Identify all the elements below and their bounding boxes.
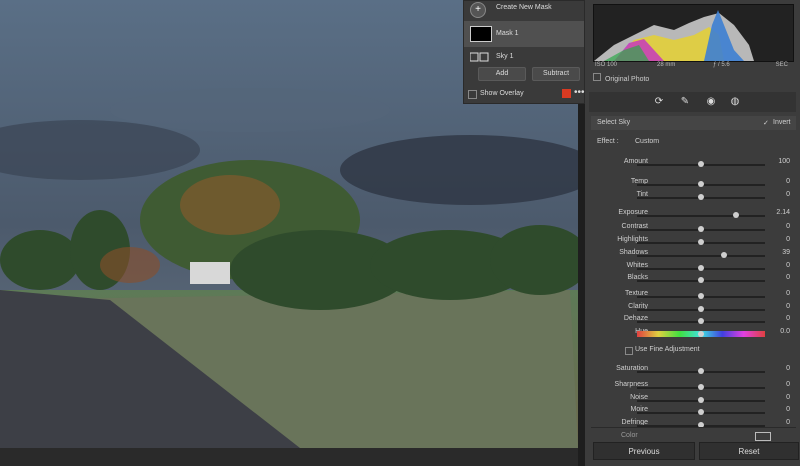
exposure-track[interactable] <box>637 215 765 217</box>
fine-adjust-label: Use Fine Adjustment <box>635 346 700 353</box>
sharpness-thumb[interactable] <box>698 384 704 390</box>
saturation-thumb[interactable] <box>698 368 704 374</box>
healing-tool-icon[interactable]: ✎ <box>679 96 691 108</box>
temp-value[interactable]: 0 <box>786 178 790 185</box>
reset-button[interactable]: Reset <box>699 442 799 460</box>
effect-value[interactable]: Custom <box>635 138 659 145</box>
whites-value[interactable]: 0 <box>786 262 790 269</box>
contrast-slider-row[interactable]: Contrast 0 <box>591 223 796 235</box>
exposure-value[interactable]: 2.14 <box>776 209 790 216</box>
invert-check-icon[interactable]: ✓ <box>763 119 769 127</box>
blacks-value[interactable]: 0 <box>786 274 790 281</box>
show-overlay-checkbox[interactable] <box>468 90 477 99</box>
iso-value: ISO 100 <box>595 62 618 68</box>
previous-button[interactable]: Previous <box>593 442 695 460</box>
contrast-value[interactable]: 0 <box>786 223 790 230</box>
sharpness-value[interactable]: 0 <box>786 381 790 388</box>
dehaze-value[interactable]: 0 <box>786 315 790 322</box>
saturation-slider-row[interactable]: Saturation 0 <box>591 365 796 377</box>
moire-value[interactable]: 0 <box>786 406 790 413</box>
color-swatch[interactable] <box>755 432 771 441</box>
texture-slider-row[interactable]: Texture 0 <box>591 290 796 302</box>
mask-tool-icon[interactable]: ◍ <box>729 96 741 108</box>
invert-label[interactable]: Invert <box>773 119 791 126</box>
shadows-thumb[interactable] <box>721 252 728 258</box>
original-photo-label: Original Photo <box>604 76 650 83</box>
tint-thumb[interactable] <box>698 194 704 200</box>
clarity-value[interactable]: 0 <box>786 303 790 310</box>
filmstrip-bar <box>0 448 578 466</box>
highlights-thumb[interactable] <box>698 239 704 245</box>
amount-value[interactable]: 100 <box>778 158 790 165</box>
moire-slider-row[interactable]: Moire 0 <box>591 406 796 418</box>
tint-slider-row[interactable]: Tint 0 <box>591 191 796 203</box>
shutter: SEC <box>775 62 788 68</box>
aperture: ƒ / 5.6 <box>713 62 730 68</box>
texture-value[interactable]: 0 <box>786 290 790 297</box>
temp-slider-row[interactable]: Temp 0 <box>591 178 796 190</box>
defringe-value[interactable]: 0 <box>786 419 790 426</box>
add-button[interactable]: Add <box>478 67 526 81</box>
histogram <box>593 4 794 62</box>
shadows-track[interactable] <box>637 255 765 257</box>
clarity-slider-row[interactable]: Clarity 0 <box>591 303 796 315</box>
exposure-thumb[interactable] <box>732 212 739 218</box>
defringe-slider-row[interactable]: Defringe 0 <box>591 419 796 431</box>
texture-thumb[interactable] <box>698 293 704 299</box>
shadows-slider-row[interactable]: Shadows 39 <box>591 249 796 261</box>
subtract-button[interactable]: Subtract <box>532 67 580 81</box>
blacks-thumb[interactable] <box>698 277 704 283</box>
highlights-value[interactable]: 0 <box>786 236 790 243</box>
saturation-value[interactable]: 0 <box>786 365 790 372</box>
noise-thumb[interactable] <box>698 397 704 403</box>
whites-thumb[interactable] <box>698 265 704 271</box>
hue-thumb[interactable] <box>698 331 704 337</box>
right-panel: ISO 100 28 mm ƒ / 5.6 SEC Original Photo… <box>585 0 800 466</box>
moire-thumb[interactable] <box>698 409 704 415</box>
hue-slider-row[interactable]: Hue 0.0 <box>591 328 796 340</box>
create-mask-button[interactable]: + <box>470 2 486 18</box>
sharpness-slider-row[interactable]: Sharpness 0 <box>591 381 796 393</box>
mask-panel: + Create New Mask Mask 1 Sky 1 Add Subtr… <box>463 0 585 104</box>
effect-label: Effect : <box>597 138 619 145</box>
clarity-thumb[interactable] <box>698 306 704 312</box>
contrast-thumb[interactable] <box>698 226 704 232</box>
sky-icon <box>469 52 490 62</box>
highlights-slider-row[interactable]: Highlights 0 <box>591 236 796 248</box>
original-photo-checkbox[interactable] <box>593 73 601 81</box>
overlay-color-swatch[interactable] <box>562 89 571 98</box>
color-label: Color <box>621 432 638 439</box>
fine-adjust-checkbox[interactable] <box>625 347 633 355</box>
amount-slider-row[interactable]: Amount 100 <box>591 158 796 170</box>
crop-tool-icon[interactable]: ⟳ <box>653 96 665 108</box>
dehaze-slider-row[interactable]: Dehaze 0 <box>591 315 796 327</box>
dehaze-thumb[interactable] <box>698 318 704 324</box>
exposure-slider-row[interactable]: Exposure 2.14 <box>591 209 796 221</box>
redeye-tool-icon[interactable]: ◉ <box>705 96 717 108</box>
noise-value[interactable]: 0 <box>786 394 790 401</box>
focal-length: 28 mm <box>657 62 676 68</box>
blacks-slider-row[interactable]: Blacks 0 <box>591 274 796 286</box>
hue-value[interactable]: 0.0 <box>780 328 790 335</box>
amount-thumb[interactable] <box>698 161 704 167</box>
original-photo-toggle[interactable]: Original Photo <box>593 73 649 83</box>
tool-strip: ⟳ ✎ ◉ ◍ <box>589 92 796 112</box>
temp-thumb[interactable] <box>698 181 704 187</box>
noise-slider-row[interactable]: Noise 0 <box>591 394 796 406</box>
shadows-value[interactable]: 39 <box>782 249 790 256</box>
tint-value[interactable]: 0 <box>786 191 790 198</box>
whites-slider-row[interactable]: Whites 0 <box>591 262 796 274</box>
mask-1-thumbnail[interactable] <box>470 26 492 42</box>
select-sky-label: Select Sky <box>597 119 631 126</box>
select-sky-row: Select Sky ✓ Invert <box>591 116 796 130</box>
